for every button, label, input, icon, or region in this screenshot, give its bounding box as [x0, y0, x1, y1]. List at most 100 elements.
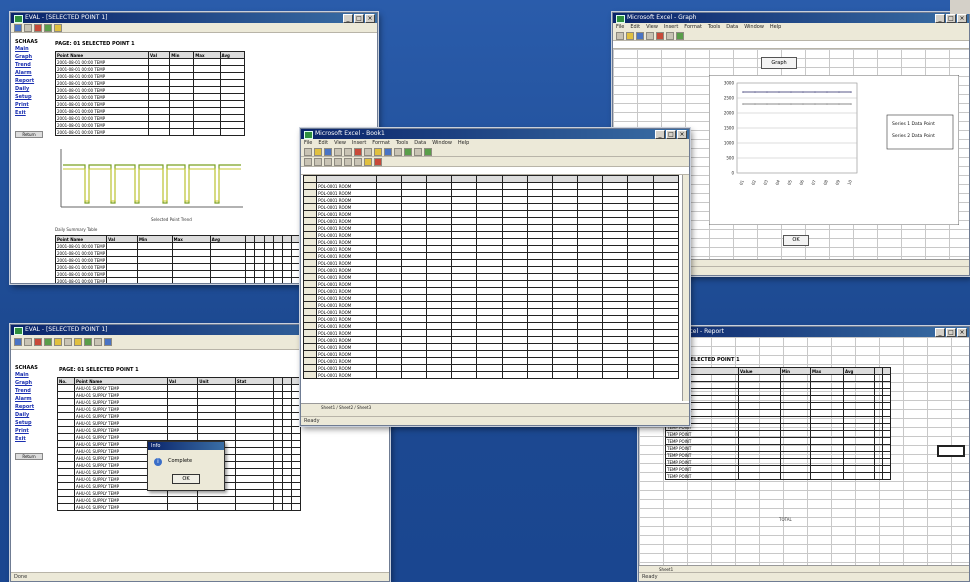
sidebar-link[interactable]: Main	[15, 45, 49, 53]
home-icon[interactable]	[54, 338, 62, 346]
sidebar-link[interactable]: Print	[15, 101, 49, 109]
table-cell[interactable]	[400, 280, 427, 288]
dialog-ok-button[interactable]: OK	[172, 474, 200, 484]
table-cell[interactable]	[501, 196, 528, 204]
table-cell[interactable]	[551, 343, 579, 351]
table-cell[interactable]	[375, 364, 402, 372]
table-cell[interactable]	[501, 371, 528, 379]
table-cell[interactable]	[627, 217, 654, 225]
table-cell[interactable]	[652, 245, 680, 253]
table-cell[interactable]	[602, 224, 629, 232]
table-cell[interactable]	[400, 203, 427, 211]
table-cell[interactable]	[375, 266, 402, 274]
sidebar-link[interactable]: Daily	[15, 85, 49, 93]
table-cell[interactable]	[627, 322, 654, 330]
copy-icon[interactable]	[666, 31, 674, 40]
table-cell[interactable]	[451, 196, 478, 204]
table-cell[interactable]	[652, 336, 680, 344]
table-cell[interactable]	[526, 322, 553, 330]
table-cell[interactable]	[577, 252, 604, 260]
close-icon[interactable]: ×	[365, 14, 375, 23]
menu-item[interactable]: Format	[372, 139, 390, 147]
table-cell[interactable]	[400, 371, 427, 379]
table-cell[interactable]	[627, 245, 654, 253]
table-cell[interactable]	[400, 315, 427, 323]
table-cell[interactable]	[627, 301, 654, 309]
table-cell[interactable]	[602, 294, 629, 302]
table-cell[interactable]	[476, 231, 503, 239]
table-cell[interactable]	[551, 329, 579, 337]
table-cell[interactable]	[652, 364, 680, 372]
new-icon[interactable]	[304, 147, 312, 156]
table-cell[interactable]	[375, 329, 402, 337]
table-cell[interactable]	[602, 266, 629, 274]
table-cell[interactable]	[375, 252, 402, 260]
table-cell[interactable]	[577, 245, 604, 253]
table-cell[interactable]	[526, 231, 553, 239]
table-cell[interactable]	[451, 273, 478, 281]
table-cell[interactable]	[602, 238, 629, 246]
table-cell[interactable]	[400, 273, 427, 281]
table-cell[interactable]	[551, 364, 579, 372]
menu-item[interactable]: View	[646, 23, 658, 31]
table-cell[interactable]	[425, 287, 453, 295]
graph-button[interactable]: Graph	[761, 57, 797, 69]
table-cell[interactable]	[501, 308, 528, 316]
preview-icon[interactable]	[344, 147, 352, 156]
stop-icon[interactable]	[34, 23, 42, 32]
table-cell[interactable]	[425, 280, 453, 288]
table-cell[interactable]	[577, 336, 604, 344]
table-cell[interactable]	[652, 273, 680, 281]
table-cell[interactable]	[627, 224, 654, 232]
spreadsheet-table[interactable]: POL-0001 ROOM POL-0001 ROOM POL-0001 ROOM P…	[302, 175, 680, 379]
table-cell[interactable]	[526, 266, 553, 274]
table-cell[interactable]	[627, 371, 654, 379]
sidebar-link[interactable]: Graph	[15, 53, 49, 61]
table-cell[interactable]	[627, 280, 654, 288]
table-cell[interactable]	[627, 294, 654, 302]
table-cell[interactable]	[375, 203, 402, 211]
table-cell[interactable]	[451, 350, 478, 358]
table-cell[interactable]	[501, 273, 528, 281]
table-cell[interactable]	[400, 224, 427, 232]
table-cell[interactable]	[577, 189, 604, 197]
table-cell[interactable]	[476, 224, 503, 232]
table-cell[interactable]	[400, 231, 427, 239]
ok-button[interactable]: OK	[783, 235, 809, 246]
table-cell[interactable]	[476, 294, 503, 302]
table-cell[interactable]	[627, 350, 654, 358]
table-cell[interactable]	[425, 210, 453, 218]
table-cell[interactable]	[425, 343, 453, 351]
table-cell[interactable]	[501, 301, 528, 309]
menu-item[interactable]: Data	[726, 23, 738, 31]
print-icon[interactable]	[104, 338, 112, 346]
table-cell[interactable]	[551, 350, 579, 358]
refresh-icon[interactable]	[44, 23, 52, 32]
table-cell[interactable]	[400, 329, 427, 337]
table-cell[interactable]	[577, 273, 604, 281]
menu-item[interactable]: View	[334, 139, 346, 147]
table-cell[interactable]	[476, 357, 503, 365]
table-cell[interactable]	[501, 217, 528, 225]
table-cell[interactable]	[526, 245, 553, 253]
formula-bar[interactable]	[301, 167, 689, 175]
menu-item[interactable]: Help	[770, 23, 781, 31]
table-cell[interactable]	[627, 203, 654, 211]
table-cell[interactable]	[652, 301, 680, 309]
sidebar-link[interactable]: Print	[15, 427, 51, 435]
table-cell[interactable]	[375, 196, 402, 204]
table-cell[interactable]	[501, 343, 528, 351]
table-cell[interactable]	[577, 294, 604, 302]
table-cell[interactable]	[375, 350, 402, 358]
align-right-icon[interactable]	[354, 157, 362, 166]
refresh-icon[interactable]	[44, 338, 52, 346]
table-cell[interactable]	[400, 238, 427, 246]
table-cell[interactable]	[551, 259, 579, 267]
table-cell[interactable]	[425, 231, 453, 239]
table-cell[interactable]	[451, 245, 478, 253]
table-cell[interactable]	[375, 308, 402, 316]
menu-item[interactable]: File	[304, 139, 312, 147]
table-cell[interactable]	[425, 266, 453, 274]
table-cell[interactable]	[602, 343, 629, 351]
table-cell[interactable]	[627, 238, 654, 246]
